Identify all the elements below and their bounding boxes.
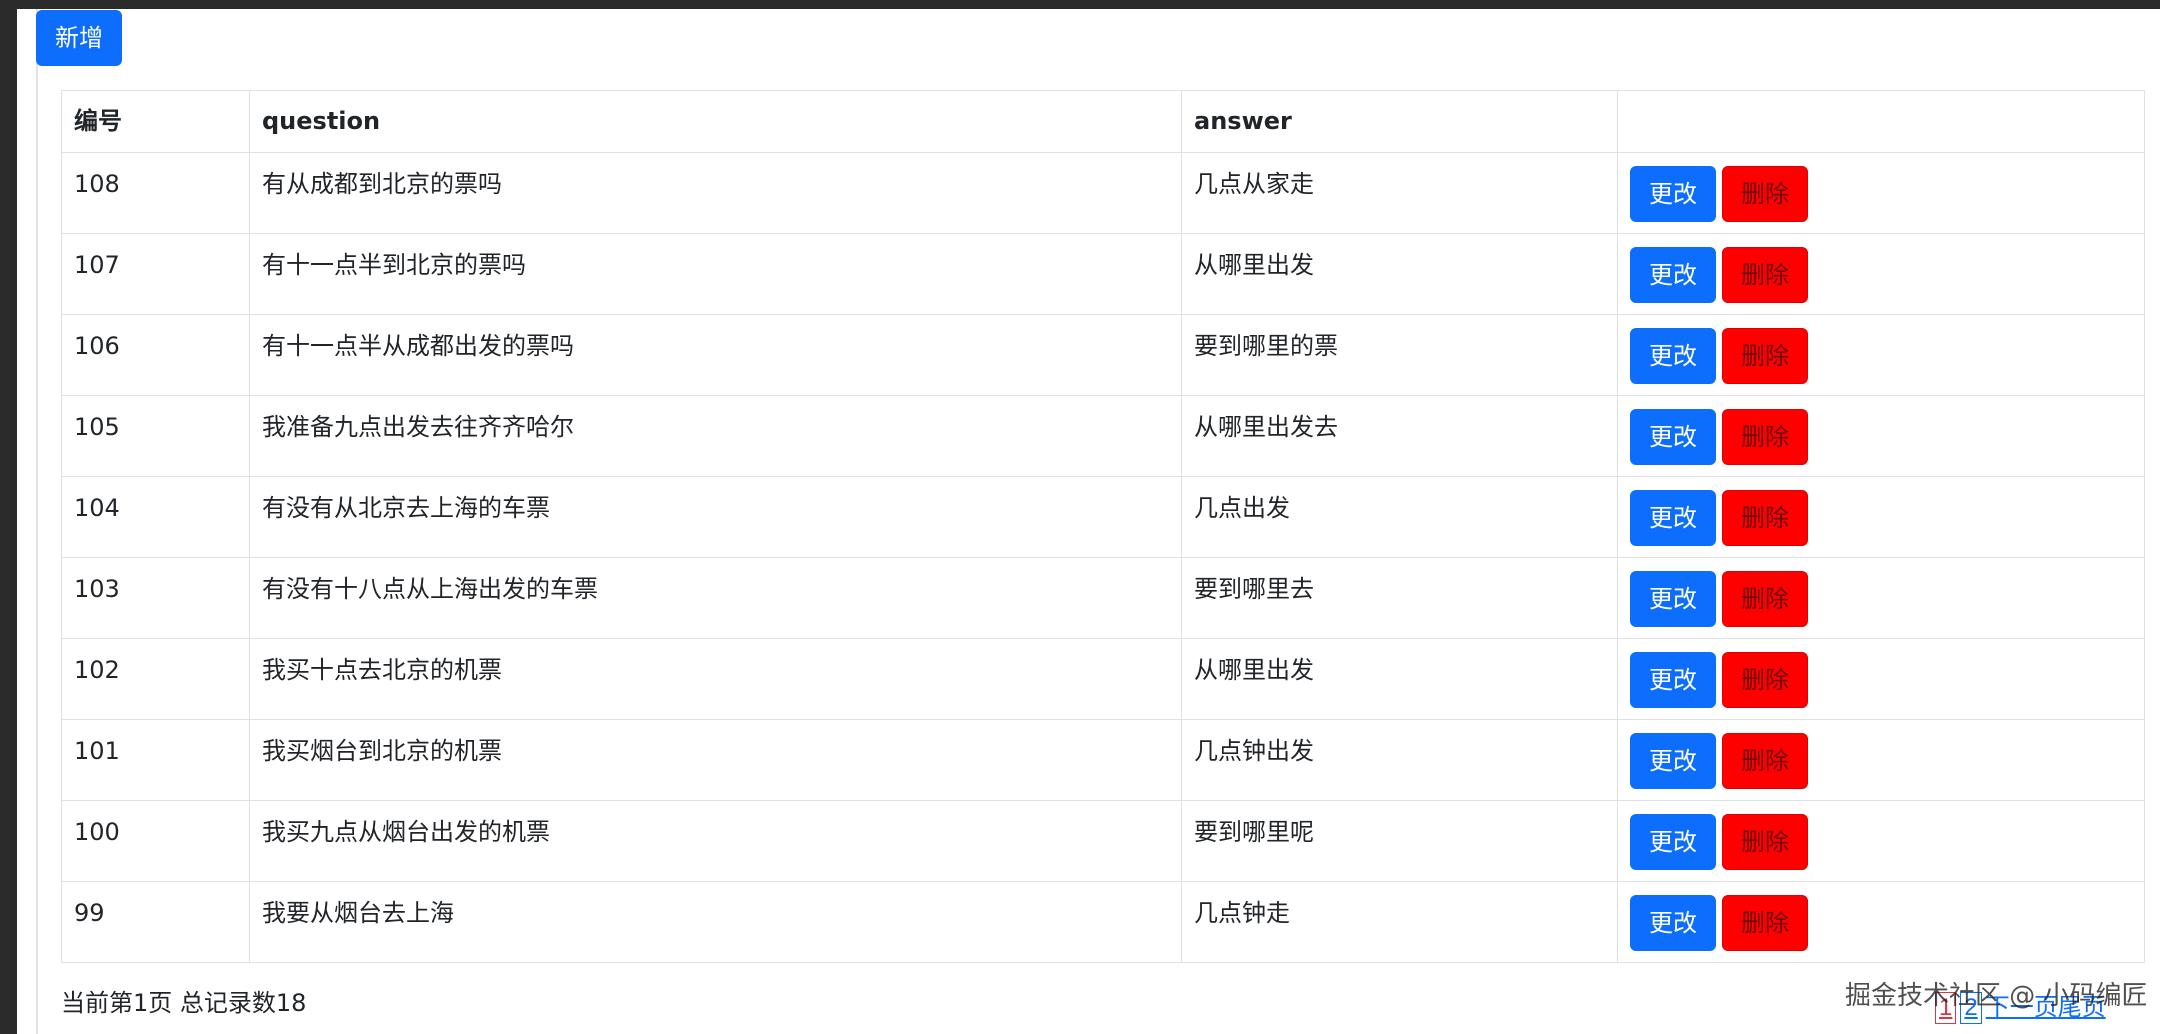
pagination-info: 当前第1页 总记录数18	[61, 989, 307, 1017]
delete-button[interactable]: 删除	[1722, 895, 1808, 951]
edit-button[interactable]: 更改	[1630, 733, 1716, 789]
cell-answer: 从哪里出发去	[1181, 395, 1618, 477]
cell-question: 有从成都到北京的票吗	[249, 152, 1182, 234]
edit-button[interactable]: 更改	[1630, 895, 1716, 951]
cell-answer: 要到哪里的票	[1181, 314, 1618, 396]
delete-button[interactable]: 删除	[1722, 490, 1808, 546]
table-row: 104 有没有从北京去上海的车票 几点出发 更改 删除	[61, 476, 2145, 558]
table-row: 107 有十一点半到北京的票吗 从哪里出发 更改 删除	[61, 233, 2145, 315]
table-header-row: 编号 question answer	[61, 90, 2145, 153]
cell-actions: 更改 删除	[1617, 152, 2145, 234]
table-row: 105 我准备九点出发去往齐齐哈尔 从哪里出发去 更改 删除	[61, 395, 2145, 477]
cell-id: 104	[61, 476, 250, 558]
cell-actions: 更改 删除	[1617, 233, 2145, 315]
window-left-border	[0, 0, 17, 1034]
cell-answer: 要到哪里去	[1181, 557, 1618, 639]
cell-actions: 更改 删除	[1617, 395, 2145, 477]
cell-actions: 更改 删除	[1617, 800, 2145, 882]
cell-id: 100	[61, 800, 250, 882]
column-header-id: 编号	[61, 90, 250, 153]
window-top-border	[0, 0, 2160, 9]
cell-id: 102	[61, 638, 250, 720]
cell-answer: 从哪里出发	[1181, 233, 1618, 315]
cell-id: 106	[61, 314, 250, 396]
edit-button[interactable]: 更改	[1630, 166, 1716, 222]
delete-button[interactable]: 删除	[1722, 571, 1808, 627]
cell-question: 有没有十八点从上海出发的车票	[249, 557, 1182, 639]
cell-question: 有十一点半从成都出发的票吗	[249, 314, 1182, 396]
delete-button[interactable]: 删除	[1722, 166, 1808, 222]
delete-button[interactable]: 删除	[1722, 247, 1808, 303]
cell-question: 有十一点半到北京的票吗	[249, 233, 1182, 315]
cell-actions: 更改 删除	[1617, 638, 2145, 720]
delete-button[interactable]: 删除	[1722, 814, 1808, 870]
table-row: 106 有十一点半从成都出发的票吗 要到哪里的票 更改 删除	[61, 314, 2145, 396]
cell-id: 107	[61, 233, 250, 315]
column-header-question: question	[249, 90, 1182, 153]
edit-button[interactable]: 更改	[1630, 490, 1716, 546]
add-button[interactable]: 新增	[36, 10, 122, 66]
cell-answer: 要到哪里呢	[1181, 800, 1618, 882]
cell-id: 105	[61, 395, 250, 477]
cell-actions: 更改 删除	[1617, 476, 2145, 558]
cell-answer: 几点出发	[1181, 476, 1618, 558]
column-header-answer: answer	[1181, 90, 1618, 153]
cell-question: 有没有从北京去上海的车票	[249, 476, 1182, 558]
table-row: 102 我买十点去北京的机票 从哪里出发 更改 删除	[61, 638, 2145, 720]
table-row: 100 我买九点从烟台出发的机票 要到哪里呢 更改 删除	[61, 800, 2145, 882]
content-left-divider	[36, 9, 38, 1034]
cell-actions: 更改 删除	[1617, 557, 2145, 639]
edit-button[interactable]: 更改	[1630, 652, 1716, 708]
cell-answer: 几点钟走	[1181, 881, 1618, 963]
cell-actions: 更改 删除	[1617, 314, 2145, 396]
table-row: 103 有没有十八点从上海出发的车票 要到哪里去 更改 删除	[61, 557, 2145, 639]
cell-answer: 几点从家走	[1181, 152, 1618, 234]
edit-button[interactable]: 更改	[1630, 247, 1716, 303]
edit-button[interactable]: 更改	[1630, 409, 1716, 465]
edit-button[interactable]: 更改	[1630, 571, 1716, 627]
cell-id: 103	[61, 557, 250, 639]
delete-button[interactable]: 删除	[1722, 652, 1808, 708]
edit-button[interactable]: 更改	[1630, 328, 1716, 384]
cell-actions: 更改 删除	[1617, 719, 2145, 801]
table-row: 99 我要从烟台去上海 几点钟走 更改 删除	[61, 881, 2145, 963]
cell-answer: 几点钟出发	[1181, 719, 1618, 801]
cell-question: 我要从烟台去上海	[249, 881, 1182, 963]
edit-button[interactable]: 更改	[1630, 814, 1716, 870]
qa-table: 编号 question answer 108 有从成都到北京的票吗 几点从家走 …	[61, 90, 2145, 963]
cell-question: 我买烟台到北京的机票	[249, 719, 1182, 801]
delete-button[interactable]: 删除	[1722, 733, 1808, 789]
cell-question: 我买十点去北京的机票	[249, 638, 1182, 720]
cell-question: 我买九点从烟台出发的机票	[249, 800, 1182, 882]
cell-actions: 更改 删除	[1617, 881, 2145, 963]
cell-answer: 从哪里出发	[1181, 638, 1618, 720]
watermark: 掘金技术社区 @ 小码编匠	[1845, 981, 2148, 1011]
delete-button[interactable]: 删除	[1722, 328, 1808, 384]
cell-id: 108	[61, 152, 250, 234]
column-header-actions	[1617, 90, 2145, 153]
table-row: 101 我买烟台到北京的机票 几点钟出发 更改 删除	[61, 719, 2145, 801]
cell-id: 99	[61, 881, 250, 963]
delete-button[interactable]: 删除	[1722, 409, 1808, 465]
cell-question: 我准备九点出发去往齐齐哈尔	[249, 395, 1182, 477]
cell-id: 101	[61, 719, 250, 801]
table-row: 108 有从成都到北京的票吗 几点从家走 更改 删除	[61, 152, 2145, 234]
